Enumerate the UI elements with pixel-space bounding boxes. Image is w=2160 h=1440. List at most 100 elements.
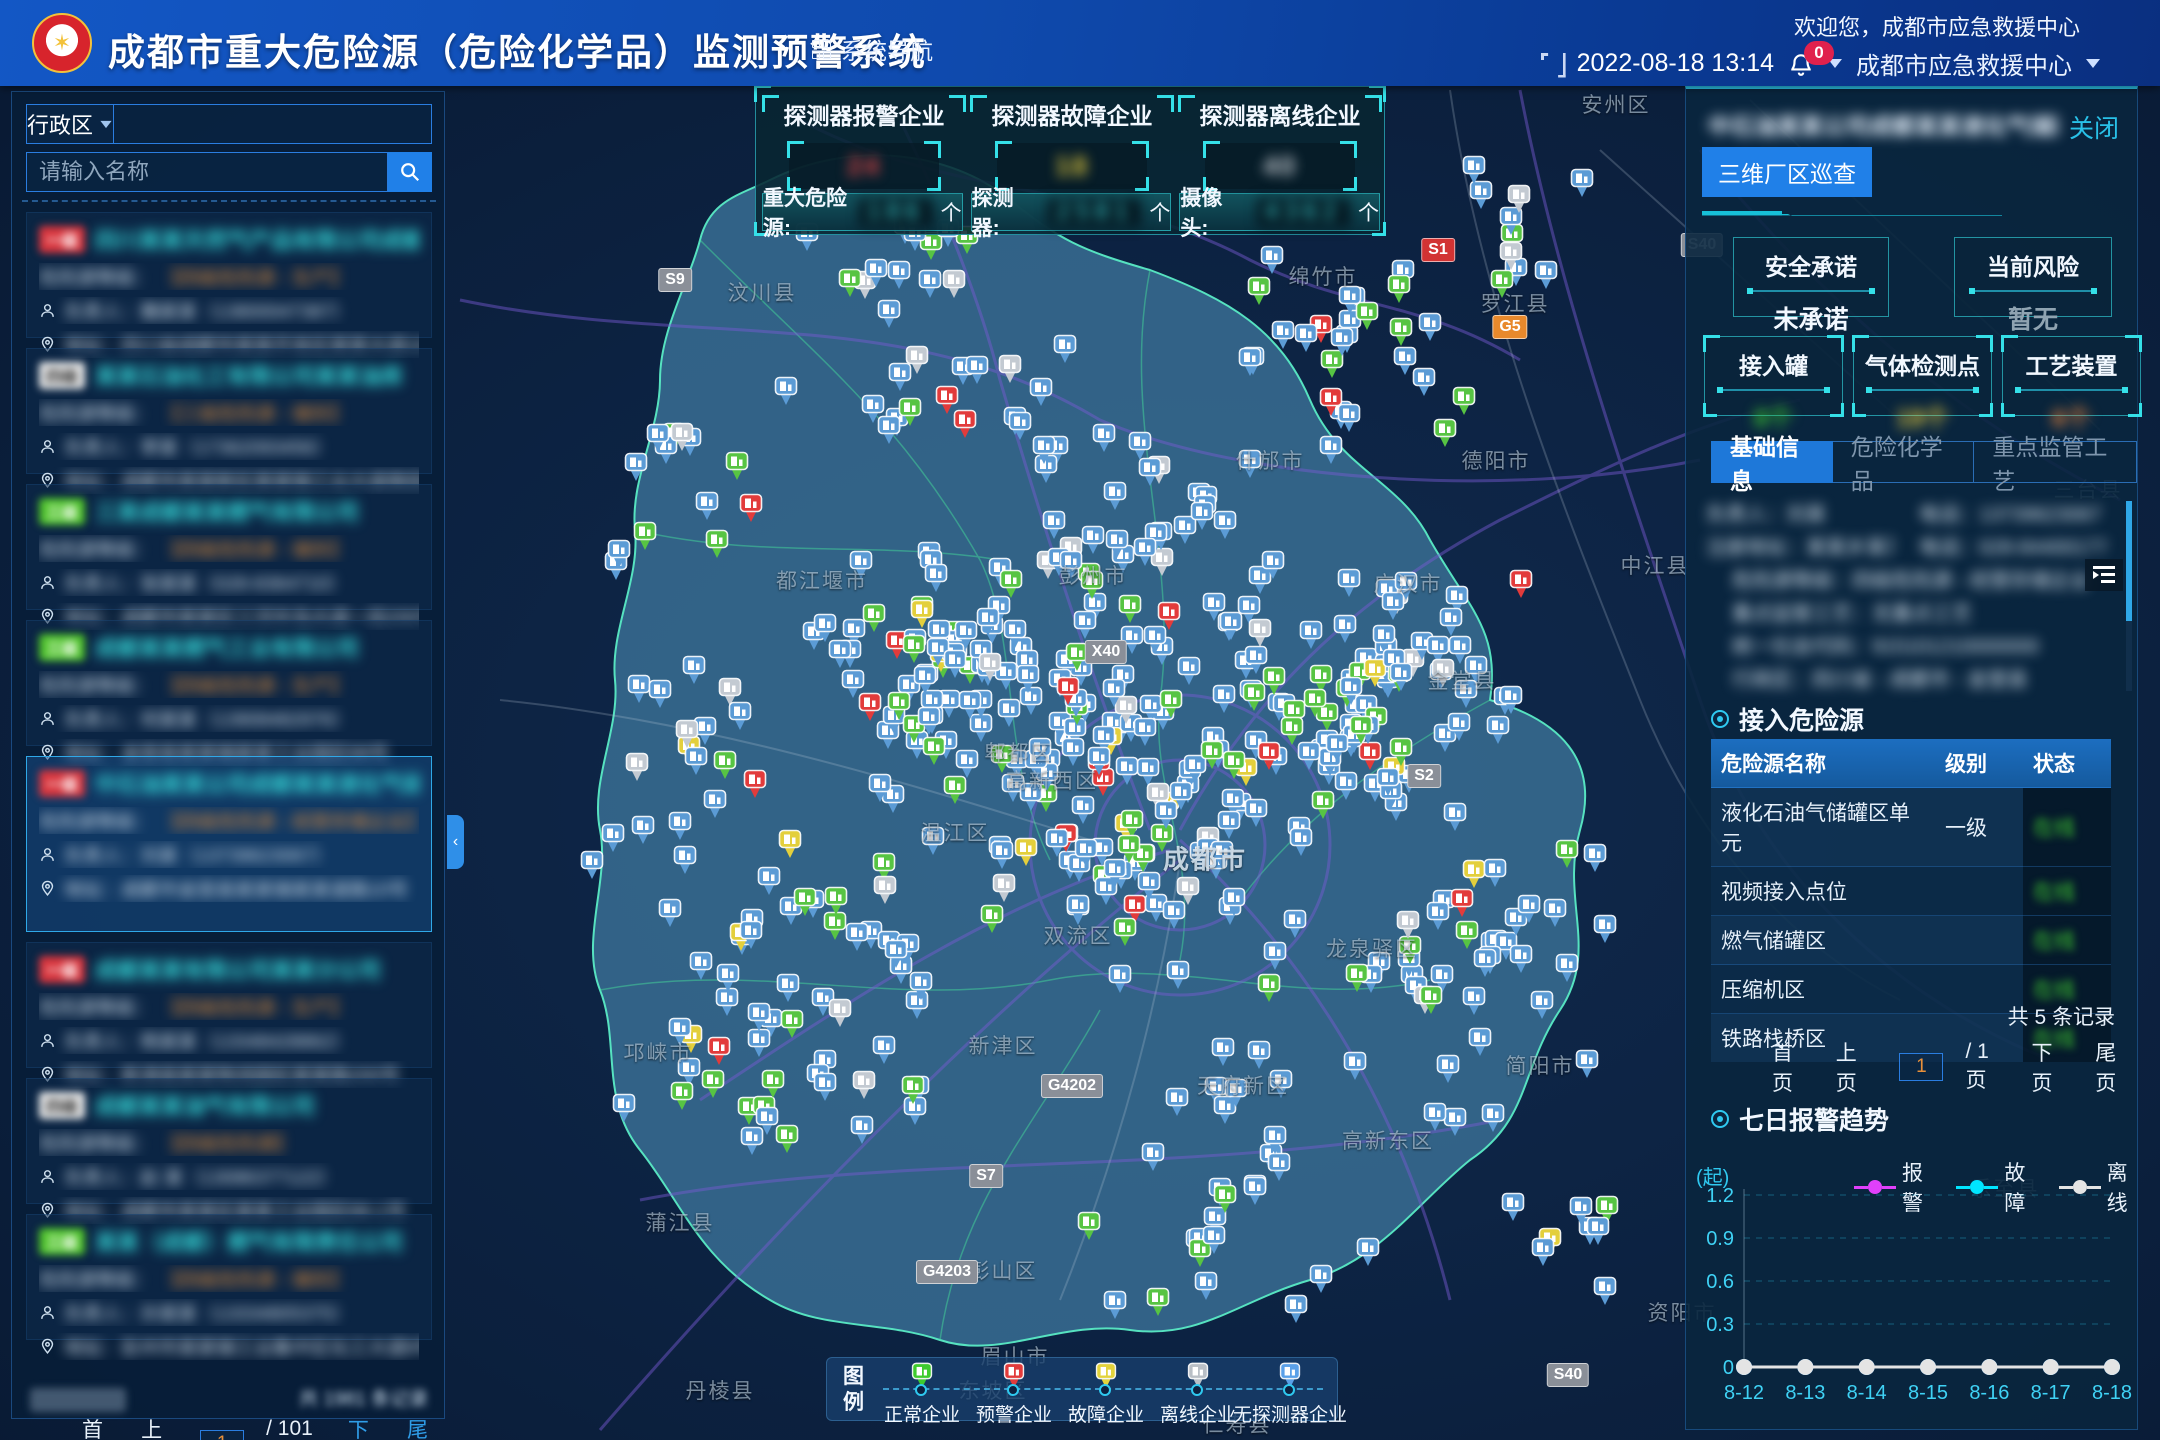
enterprise-map-pin[interactable] [1217, 810, 1241, 845]
enterprise-map-pin[interactable] [1108, 964, 1132, 999]
enterprise-map-pin[interactable] [776, 973, 800, 1008]
enterprise-map-pin[interactable] [1389, 662, 1413, 697]
enterprise-map-pin[interactable] [1531, 1237, 1555, 1272]
page-next[interactable]: 下页 [2032, 1037, 2074, 1097]
enterprise-map-pin[interactable] [648, 679, 672, 714]
enterprise-map-pin[interactable] [1481, 1103, 1505, 1138]
enterprise-map-pin[interactable] [728, 701, 752, 736]
enterprise-map-pin[interactable] [1115, 756, 1139, 791]
enterprise-map-pin[interactable] [1468, 1027, 1492, 1062]
enterprise-map-pin[interactable] [888, 362, 912, 397]
enterprise-map-pin[interactable] [1080, 570, 1104, 605]
enterprise-map-pin[interactable] [992, 873, 1016, 908]
enterprise-map-pin[interactable] [743, 769, 767, 804]
enterprise-map-pin[interactable] [580, 850, 604, 885]
enterprise-map-pin[interactable] [725, 451, 749, 486]
enterprise-map-pin[interactable] [1319, 387, 1343, 422]
enterprise-map-pin[interactable] [1319, 435, 1343, 470]
enterprise-map-pin[interactable] [980, 904, 1004, 939]
company-card[interactable]: 一级 成都某某有限公司某某分公司 危险源等级：【四级危险源 - 生产】 负责人：… [26, 942, 432, 1068]
enterprise-map-pin[interactable] [1269, 1069, 1293, 1104]
enterprise-map-pin[interactable] [1263, 1125, 1287, 1160]
enterprise-map-pin[interactable] [1162, 900, 1186, 935]
tab-inactive[interactable]: 危险化学品 [1833, 441, 1975, 483]
enterprise-map-pin[interactable] [887, 691, 911, 726]
enterprise-map-pin[interactable] [1303, 688, 1327, 723]
enterprise-map-pin[interactable] [1356, 1237, 1380, 1272]
enterprise-map-pin[interactable] [1289, 827, 1313, 862]
district-select[interactable]: 行政区 [26, 104, 114, 144]
enterprise-map-pin[interactable] [887, 260, 911, 295]
enterprise-map-pin[interactable] [1247, 1040, 1271, 1075]
enterprise-map-pin[interactable] [902, 634, 926, 669]
page-number-input[interactable] [1899, 1053, 1943, 1081]
enterprise-map-pin[interactable] [1349, 715, 1373, 750]
enterprise-map-pin[interactable] [922, 736, 946, 771]
table-row[interactable]: 燃气储罐区在线 [1711, 916, 2111, 965]
enterprise-map-pin[interactable] [689, 951, 713, 986]
enterprise-map-pin[interactable] [1059, 550, 1083, 585]
enterprise-map-pin[interactable] [675, 719, 699, 754]
enterprise-map-pin[interactable] [670, 422, 694, 457]
enterprise-map-pin[interactable] [852, 1070, 876, 1105]
company-card[interactable]: 三级 三某成都某某燃气有限公司 危险源等级：【四级危险源 - 储存】 负责人：张… [26, 484, 432, 610]
enterprise-map-pin[interactable] [1260, 245, 1284, 280]
enterprise-map-pin[interactable] [1032, 435, 1056, 470]
enterprise-map-pin[interactable] [1433, 418, 1457, 453]
enterprise-map-pin[interactable] [1283, 909, 1307, 944]
enterprise-map-pin[interactable] [1244, 798, 1268, 833]
enterprise-map-pin[interactable] [1490, 269, 1514, 304]
enterprise-map-pin[interactable] [1271, 320, 1295, 355]
page-prev[interactable]: 上页 [1836, 1037, 1878, 1097]
enterprise-map-pin[interactable] [1486, 715, 1510, 750]
enterprise-map-pin[interactable] [1077, 1211, 1101, 1246]
enterprise-map-pin[interactable] [1443, 802, 1467, 837]
enterprise-map-pin[interactable] [1194, 1271, 1218, 1306]
enterprise-map-pin[interactable] [1450, 888, 1474, 923]
enterprise-map-pin[interactable] [1029, 377, 1053, 412]
enterprise-map-pin[interactable] [1211, 1037, 1235, 1072]
enterprise-map-pin[interactable] [1419, 985, 1443, 1020]
enterprise-map-pin[interactable] [1534, 260, 1558, 295]
enterprise-map-pin[interactable] [1213, 1184, 1237, 1219]
enterprise-map-pin[interactable] [670, 1081, 694, 1116]
enterprise-map-pin[interactable] [695, 491, 719, 526]
sidebar-collapse-tab[interactable]: ‹ [447, 815, 464, 869]
enterprise-map-pin[interactable] [1376, 767, 1400, 802]
enterprise-map-pin[interactable] [1105, 529, 1129, 564]
enterprise-map-pin[interactable] [942, 269, 966, 304]
enterprise-map-pin[interactable] [1244, 645, 1268, 680]
enterprise-map-pin[interactable] [1509, 569, 1533, 604]
page-size-select[interactable] [30, 1388, 126, 1412]
system-nav-button[interactable]: 系统导航 [812, 32, 933, 66]
enterprise-map-pin[interactable] [1159, 689, 1183, 724]
enterprise-map-pin[interactable] [1387, 274, 1411, 309]
enterprise-map-pin[interactable] [976, 607, 1000, 642]
enterprise-map-pin[interactable] [1394, 571, 1418, 606]
enterprise-map-pin[interactable] [828, 998, 852, 1033]
enterprise-map-pin[interactable] [1053, 334, 1077, 369]
enterprise-map-pin[interactable] [1517, 894, 1541, 929]
enterprise-map-pin[interactable] [1045, 828, 1069, 863]
enterprise-map-pin[interactable] [1507, 184, 1531, 219]
enterprise-map-pin[interactable] [872, 1035, 896, 1070]
enterprise-map-pin[interactable] [935, 385, 959, 420]
enterprise-map-pin[interactable] [838, 268, 862, 303]
enterprise-map-pin[interactable] [716, 963, 740, 998]
enterprise-map-pin[interactable] [1294, 323, 1318, 358]
enterprise-map-pin[interactable] [1061, 737, 1085, 772]
enterprise-map-pin[interactable] [1081, 525, 1105, 560]
enterprise-map-pin[interactable] [668, 1017, 692, 1052]
notification-bell-icon[interactable]: 0 [1788, 51, 1814, 77]
enterprise-map-pin[interactable] [1345, 963, 1369, 998]
company-card[interactable]: 一级 四川某某天然气产品有限公司成都某某储配分公司 危险源等级：【四级危险源 -… [26, 212, 432, 338]
enterprise-map-pin[interactable] [1501, 1192, 1525, 1227]
company-card[interactable]: 四级 成都某某油气有限公司 危险源等级：【四级危险源】 负责人：赵 某（1308… [26, 1078, 432, 1204]
enterprise-map-pin[interactable] [1028, 737, 1052, 772]
enterprise-map-pin[interactable] [921, 826, 945, 861]
table-row[interactable]: 液化石油气储罐区单元一级在线 [1711, 788, 2111, 867]
enterprise-map-pin[interactable] [705, 529, 729, 564]
enterprise-map-pin[interactable] [1309, 1264, 1333, 1299]
enterprise-map-pin[interactable] [1210, 840, 1234, 875]
enterprise-map-pin[interactable] [631, 815, 655, 850]
